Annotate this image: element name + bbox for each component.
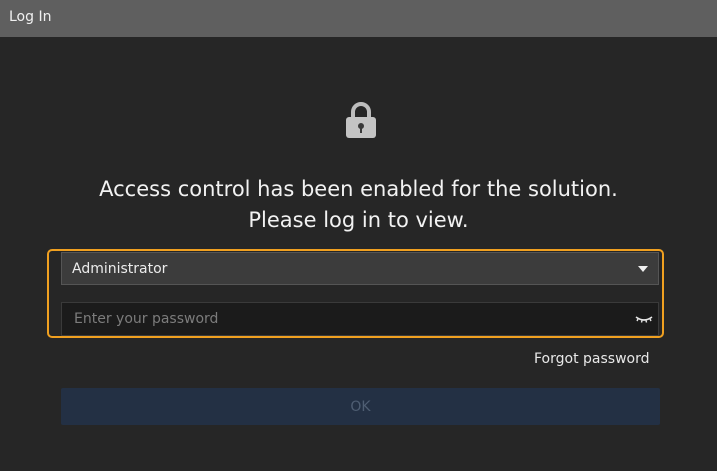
lock-icon: [346, 102, 376, 138]
access-message-line2: Please log in to view.: [248, 208, 469, 232]
user-select[interactable]: Administrator: [61, 252, 659, 285]
forgot-password-link[interactable]: Forgot password: [534, 351, 650, 367]
access-message: Access control has been enabled for the …: [0, 174, 717, 236]
ok-button[interactable]: OK: [61, 388, 660, 425]
password-input[interactable]: [62, 303, 622, 335]
login-window: Log In Access control has been enabled f…: [0, 0, 717, 471]
chevron-down-icon: [638, 266, 648, 272]
password-field: [61, 302, 659, 336]
title-bar: Log In: [0, 0, 717, 37]
user-select-value: Administrator: [72, 261, 168, 277]
window-title: Log In: [9, 9, 52, 25]
access-message-line1: Access control has been enabled for the …: [99, 177, 618, 201]
eye-closed-icon[interactable]: [634, 312, 654, 326]
